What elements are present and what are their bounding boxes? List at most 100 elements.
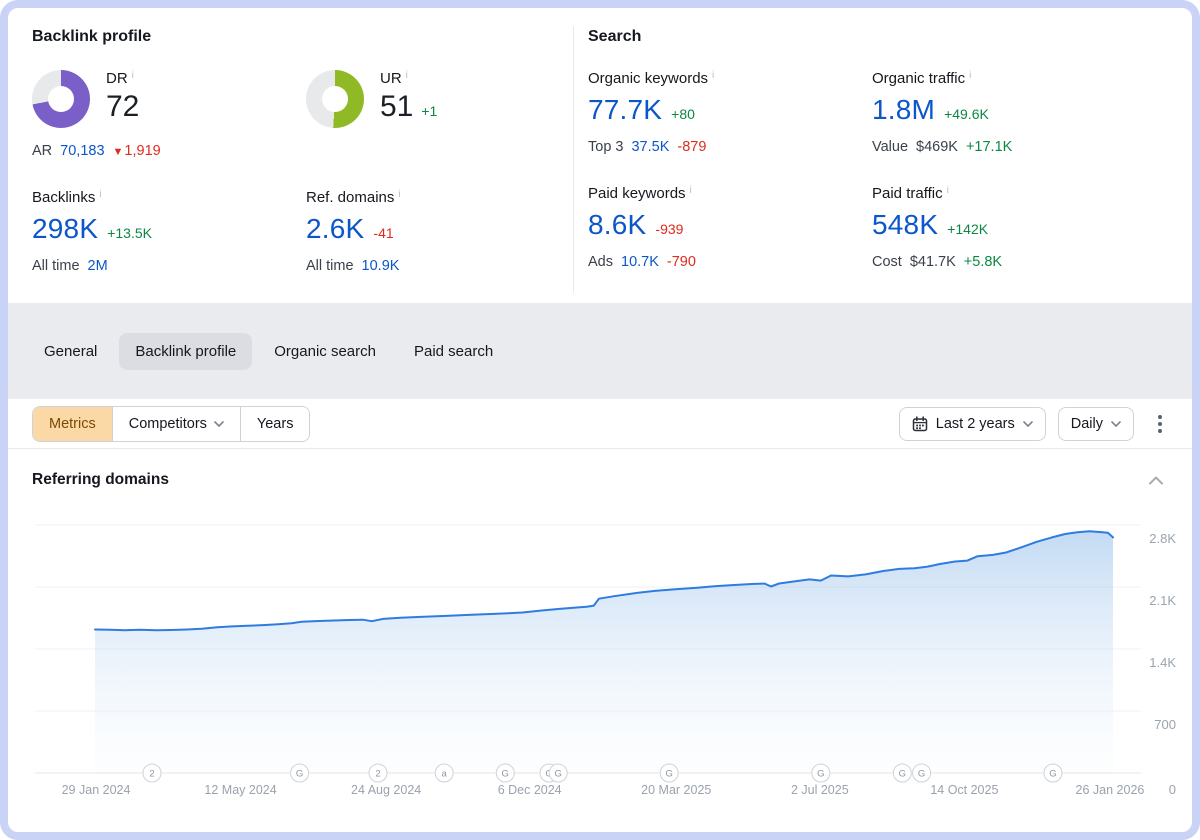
all-time-value[interactable]: 2M — [88, 258, 108, 274]
area-fill — [95, 531, 1113, 773]
paid-traffic-value[interactable]: 548K — [872, 209, 938, 241]
organic-keywords-delta: +80 — [671, 106, 695, 122]
paid-keywords-label: Paid keywords — [588, 185, 686, 202]
ur-delta: +1 — [421, 103, 437, 119]
info-icon[interactable]: i — [969, 70, 971, 81]
organic-keywords-value[interactable]: 77.7K — [588, 94, 662, 126]
backlink-profile-panel: Backlink profile DRi 72 AR 70,183 ▼1,91 — [8, 8, 573, 303]
referring-domains-chart[interactable]: 07001.4K2.1K2.8K29 Jan 202412 May 202424… — [8, 499, 1192, 821]
all-time-label: All time — [32, 258, 80, 274]
info-icon[interactable]: i — [132, 70, 134, 81]
date-range-button[interactable]: Last 2 years — [899, 407, 1046, 441]
organic-keywords-label: Organic keywords — [588, 70, 708, 87]
y-axis-label: 2.8K — [1149, 531, 1176, 546]
backlinks-metric: Backlinks i 298K +13.5K All time 2M — [32, 189, 306, 274]
axis-marker-label: G — [918, 769, 925, 780]
calendar-icon — [912, 416, 928, 432]
paid-keywords-metric: Paid keywords i 8.6K -939 Ads 10.7K -790 — [588, 185, 872, 270]
chevron-down-icon — [1111, 421, 1121, 427]
axis-marker-label: G — [502, 769, 509, 780]
chart-toolbar: Metrics Competitors Years Last 2 years D… — [8, 399, 1192, 449]
backlink-profile-title: Backlink profile — [32, 28, 573, 46]
organic-traffic-value[interactable]: 1.8M — [872, 94, 935, 126]
tab-general[interactable]: General — [28, 333, 113, 370]
tab-paid-search[interactable]: Paid search — [398, 333, 509, 370]
cost-label: Cost — [872, 254, 902, 270]
ref-domains-metric: Ref. domains i 2.6K -41 All time 10.9K — [306, 189, 573, 274]
ar-rank-line: AR 70,183 ▼1,919 — [32, 143, 306, 159]
paid-traffic-label: Paid traffic — [872, 185, 943, 202]
collapse-chevron-up-icon[interactable] — [1144, 472, 1168, 489]
backlinks-delta: +13.5K — [107, 225, 152, 241]
segment-metrics[interactable]: Metrics — [33, 407, 112, 441]
organic-traffic-delta: +49.6K — [944, 106, 989, 122]
cost-amount: $41.7K — [910, 254, 956, 270]
granularity-label: Daily — [1071, 416, 1103, 432]
organic-keywords-metric: Organic keywordsi 77.7K+80 Top 337.5K-87… — [588, 70, 872, 155]
organic-traffic-label: Organic traffic — [872, 70, 965, 87]
top3-value[interactable]: 37.5K — [631, 139, 669, 155]
granularity-button[interactable]: Daily — [1058, 407, 1134, 441]
info-icon[interactable]: i — [712, 70, 714, 81]
info-icon[interactable]: i — [947, 185, 949, 196]
chart-title: Referring domains — [32, 471, 169, 489]
y-axis-label: 700 — [1154, 717, 1176, 732]
paid-keywords-value[interactable]: 8.6K — [588, 209, 646, 241]
ur-donut-chart — [306, 70, 364, 128]
tab-backlink-profile[interactable]: Backlink profile — [119, 333, 252, 370]
y-axis-label: 0 — [1169, 782, 1176, 797]
info-icon[interactable]: i — [406, 70, 408, 81]
dr-value: 72 — [106, 90, 139, 124]
value-amount: $469K — [916, 139, 958, 155]
ur-label: UR — [380, 70, 402, 87]
x-axis-label: 6 Dec 2024 — [498, 783, 562, 797]
axis-marker-label: G — [554, 769, 561, 780]
ar-label: AR — [32, 143, 52, 159]
axis-marker-label: a — [442, 769, 448, 780]
x-axis-label: 20 Mar 2025 — [641, 783, 711, 797]
dr-label: DR — [106, 70, 128, 87]
ref-domains-label: Ref. domains — [306, 189, 394, 206]
ads-delta: -790 — [667, 254, 696, 270]
x-axis-label: 12 May 2024 — [204, 783, 276, 797]
tab-organic-search[interactable]: Organic search — [258, 333, 392, 370]
ref-domains-value[interactable]: 2.6K — [306, 213, 364, 245]
chevron-down-icon — [1023, 421, 1033, 427]
y-axis-label: 1.4K — [1149, 655, 1176, 670]
section-tabs: General Backlink profile Organic search … — [8, 303, 1192, 399]
axis-marker-label: G — [1049, 769, 1056, 780]
paid-traffic-metric: Paid traffici 548K+142K Cost$41.7K+5.8K — [872, 185, 1192, 270]
search-panel: Search Organic keywords i 77.7K +80 Top 3 3… — [574, 8, 1192, 303]
chevron-down-icon — [214, 421, 224, 427]
x-axis-label: 24 Aug 2024 — [351, 783, 421, 797]
paid-keywords-delta: -939 — [655, 221, 683, 237]
ar-delta: ▼1,919 — [113, 143, 161, 159]
overview-section: Backlink profile DRi 72 AR 70,183 ▼1,91 — [8, 8, 1192, 303]
ar-value[interactable]: 70,183 — [60, 143, 104, 159]
search-title: Search — [588, 28, 1192, 46]
dashboard-card: Backlink profile DRi 72 AR 70,183 ▼1,91 — [0, 0, 1200, 840]
backlinks-value[interactable]: 298K — [32, 213, 98, 245]
segment-competitors[interactable]: Competitors — [112, 407, 240, 441]
x-axis-label: 14 Oct 2025 — [930, 783, 998, 797]
cost-delta: +5.8K — [964, 254, 1002, 270]
info-icon[interactable]: i — [690, 185, 692, 196]
all-time-label: All time — [306, 258, 354, 274]
kebab-menu-icon[interactable] — [1154, 411, 1166, 437]
info-icon[interactable]: i — [99, 189, 101, 200]
ads-label: Ads — [588, 254, 613, 270]
axis-marker-label: G — [817, 769, 824, 780]
info-icon[interactable]: i — [398, 189, 400, 200]
ur-metric: URi 51+1 — [306, 70, 573, 159]
dr-metric: DR i 72 AR 70,183 ▼1,919 — [32, 70, 306, 159]
backlinks-label: Backlinks — [32, 189, 95, 206]
ads-value[interactable]: 10.7K — [621, 254, 659, 270]
axis-marker-label: G — [665, 769, 672, 780]
x-axis-label: 2 Jul 2025 — [791, 783, 849, 797]
organic-traffic-metric: Organic traffici 1.8M+49.6K Value$469K+1… — [872, 70, 1192, 155]
segment-years[interactable]: Years — [240, 407, 310, 441]
all-time-value[interactable]: 10.9K — [362, 258, 400, 274]
ref-domains-delta: -41 — [373, 225, 393, 241]
value-label: Value — [872, 139, 908, 155]
top3-label: Top 3 — [588, 139, 623, 155]
